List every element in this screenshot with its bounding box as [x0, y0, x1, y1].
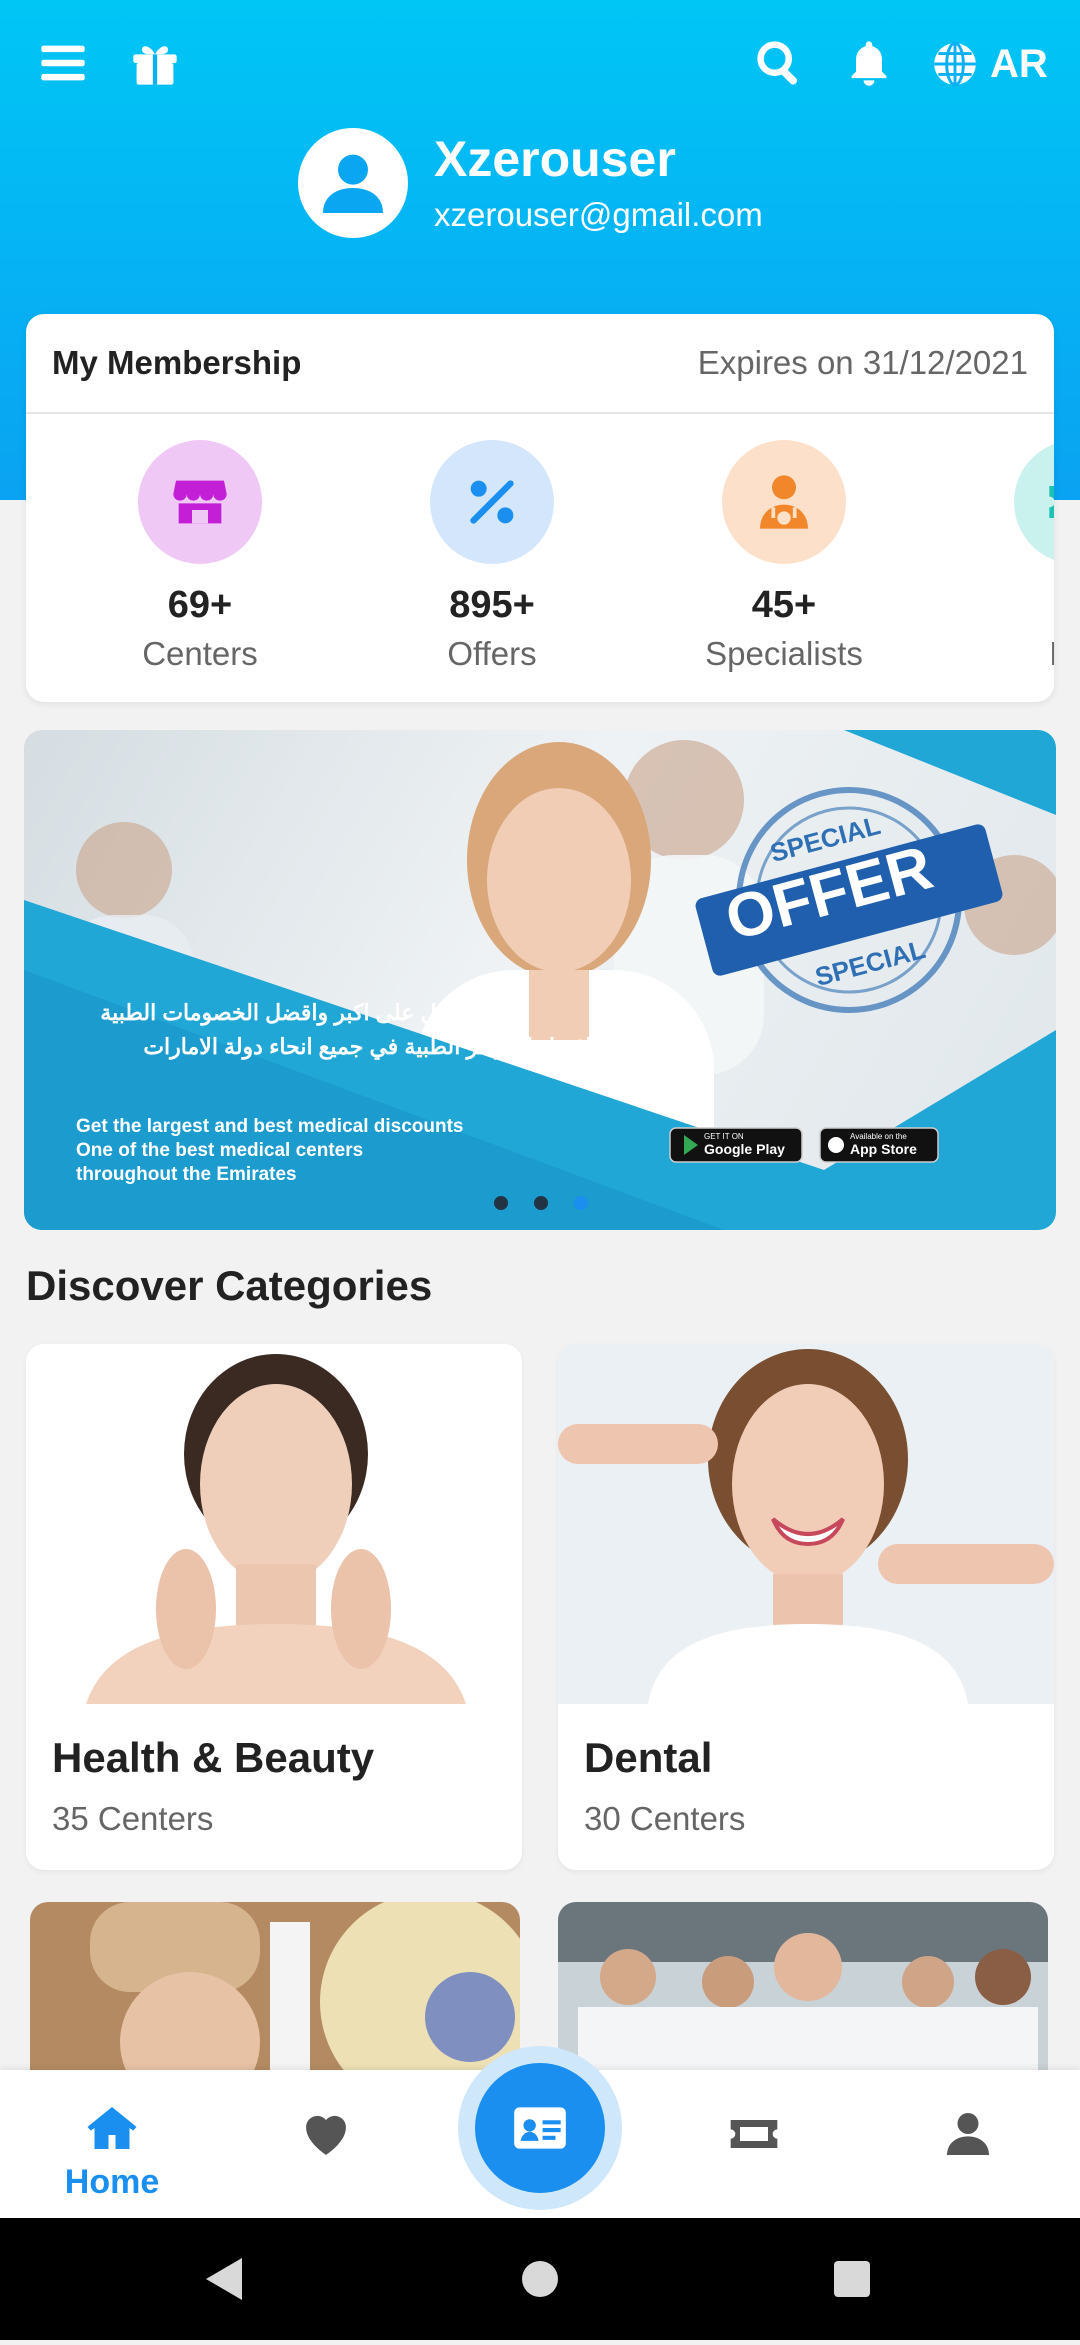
bell-icon[interactable]: [842, 36, 896, 90]
stat-label: Centers: [142, 635, 258, 672]
nav-home-label: Home: [64, 2163, 160, 2201]
carousel-dot-active[interactable]: [574, 1196, 588, 1210]
search-icon[interactable]: [752, 36, 806, 90]
gift-icon[interactable]: [128, 36, 182, 90]
back-icon[interactable]: [206, 2258, 242, 2300]
system-navigation-bar: [0, 2218, 1080, 2340]
category-name: Dental: [584, 1734, 713, 1781]
category-card-medical[interactable]: [558, 1902, 1048, 2082]
app-store-badge[interactable]: App Store: [850, 1141, 917, 1157]
recents-icon[interactable]: [834, 2261, 870, 2297]
membership-header: My Membership Expires on 31/12/2021: [26, 314, 1054, 414]
system-nav-buttons: [206, 2258, 870, 2300]
banner-english-line2: One of the best medical centers: [76, 1140, 364, 1161]
stat-centers[interactable]: 69+ Centers: [80, 440, 320, 673]
carousel-dot[interactable]: [534, 1196, 548, 1210]
offer-banner[interactable]: SPECIAL OFFER SPECIAL احصل على اكبر واقض…: [24, 730, 1056, 1230]
category-card-dental[interactable]: Dental 30 Centers: [558, 1344, 1054, 1870]
stat-label: Offers: [447, 635, 537, 672]
membership-expiry: Expires on 31/12/2021: [697, 344, 1028, 381]
ticket-icon: [1014, 440, 1054, 564]
home-icon: [87, 2107, 137, 2149]
banner-english-line3: throughout the Emirates: [76, 1164, 297, 1185]
category-image: [30, 1902, 520, 2082]
category-image: [558, 1344, 1054, 1704]
ticket-icon: [730, 2120, 778, 2148]
language-switch[interactable]: AR: [930, 36, 1048, 92]
nav-tickets[interactable]: [694, 2106, 814, 2167]
id-card-icon: [514, 2107, 566, 2149]
person-icon: [947, 2113, 989, 2155]
stat-count: 69+: [167, 584, 233, 626]
user-name: Xzerouser: [434, 131, 676, 187]
section-title: Discover Categories: [26, 1262, 433, 1309]
user-icon: [323, 154, 383, 213]
menu-icon[interactable]: [36, 36, 90, 90]
globe-icon: [934, 41, 976, 87]
banner-arabic-line1: احصل على اكبر واقضل الخصومات الطبية: [100, 1000, 476, 1025]
stat-specialists[interactable]: 45+ Specialists: [664, 440, 904, 673]
stat-offers[interactable]: 895+ Offers: [372, 440, 612, 673]
banner-english-line1: Get the largest and best medical discoun…: [76, 1116, 464, 1137]
google-play-badge[interactable]: Google Play: [704, 1141, 785, 1157]
carousel-dot[interactable]: [494, 1196, 508, 1210]
avatar[interactable]: [298, 128, 408, 238]
category-name: Health & Beauty: [52, 1734, 375, 1781]
stat-count: 895+: [449, 584, 535, 626]
membership-card[interactable]: My Membership Expires on 31/12/2021 69+ …: [26, 314, 1054, 702]
language-label: AR: [990, 41, 1048, 86]
banner-arabic-line2: من افضل المراكز الطبية في جميع انحاء دول…: [143, 1034, 626, 1059]
stat-draws[interactable]: 1+ Dra: [956, 440, 1054, 673]
stat-label: Specialists: [705, 635, 863, 672]
percent-icon: [430, 440, 554, 564]
google-play-small: GET IT ON: [704, 1132, 744, 1141]
nav-home[interactable]: Home: [52, 2100, 172, 2202]
store-icon: [138, 440, 262, 564]
nav-favorites[interactable]: [266, 2106, 386, 2167]
home-circle-icon[interactable]: [522, 2261, 558, 2297]
heart-icon: [306, 2115, 346, 2155]
category-count: 35 Centers: [52, 1800, 214, 1837]
stat-label: Dra: [956, 635, 1054, 673]
center-button-circle: [475, 2063, 605, 2193]
doctor-icon: [722, 440, 846, 564]
user-email: xzerouser@gmail.com: [434, 196, 763, 233]
stat-count: 45+: [751, 584, 817, 626]
nav-profile[interactable]: [908, 2106, 1028, 2167]
membership-title: My Membership: [52, 344, 302, 381]
category-card-health-beauty[interactable]: Health & Beauty 35 Centers: [26, 1344, 522, 1870]
category-image: [26, 1344, 522, 1704]
stat-count: 1+: [956, 584, 1054, 627]
app-store-small: Available on the: [850, 1132, 907, 1141]
category-image: [558, 1902, 1048, 2082]
membership-card-button[interactable]: [458, 2046, 622, 2210]
category-card-spa[interactable]: [30, 1902, 520, 2082]
category-count: 30 Centers: [584, 1800, 746, 1837]
